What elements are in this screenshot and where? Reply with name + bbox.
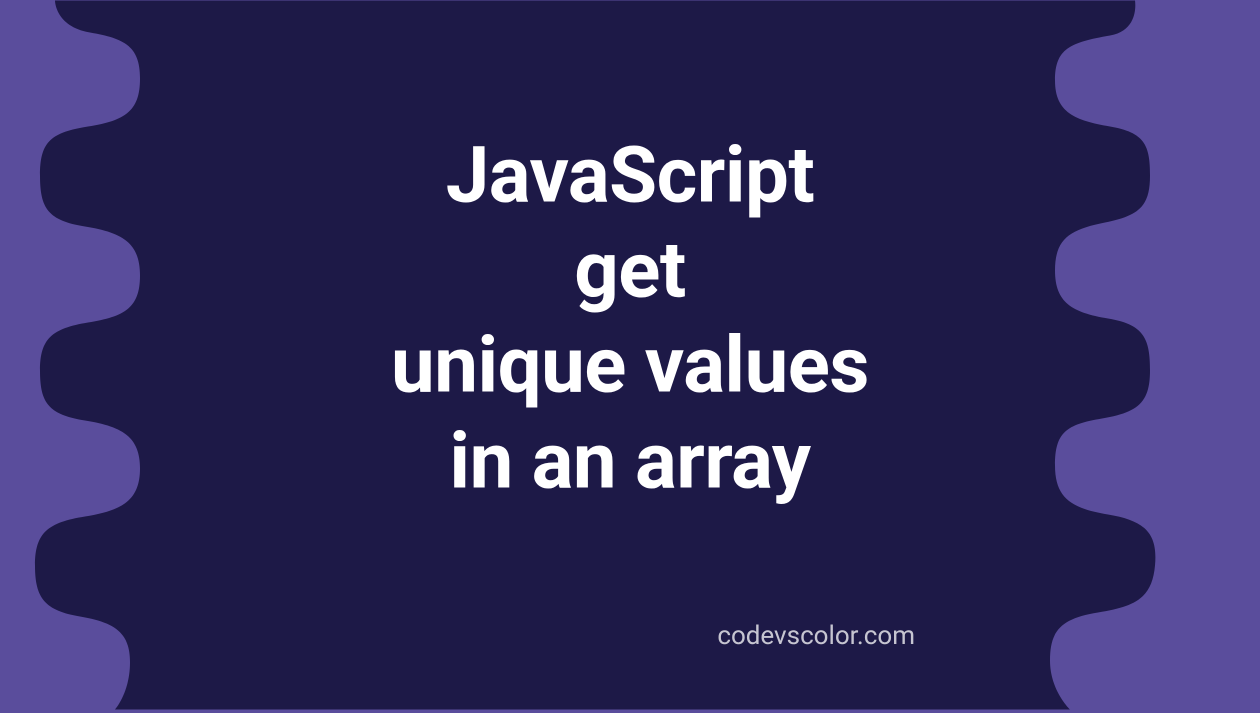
- title-line-1: JavaScript: [446, 131, 815, 222]
- watermark: codevscolor.com: [717, 621, 915, 651]
- title-line-4: in an array: [449, 416, 810, 507]
- main-content: JavaScript get unique values in an array: [0, 129, 1260, 510]
- page-title: JavaScript get unique values in an array: [0, 129, 1260, 510]
- title-line-3: unique values: [391, 321, 869, 412]
- title-line-2: get: [574, 226, 686, 317]
